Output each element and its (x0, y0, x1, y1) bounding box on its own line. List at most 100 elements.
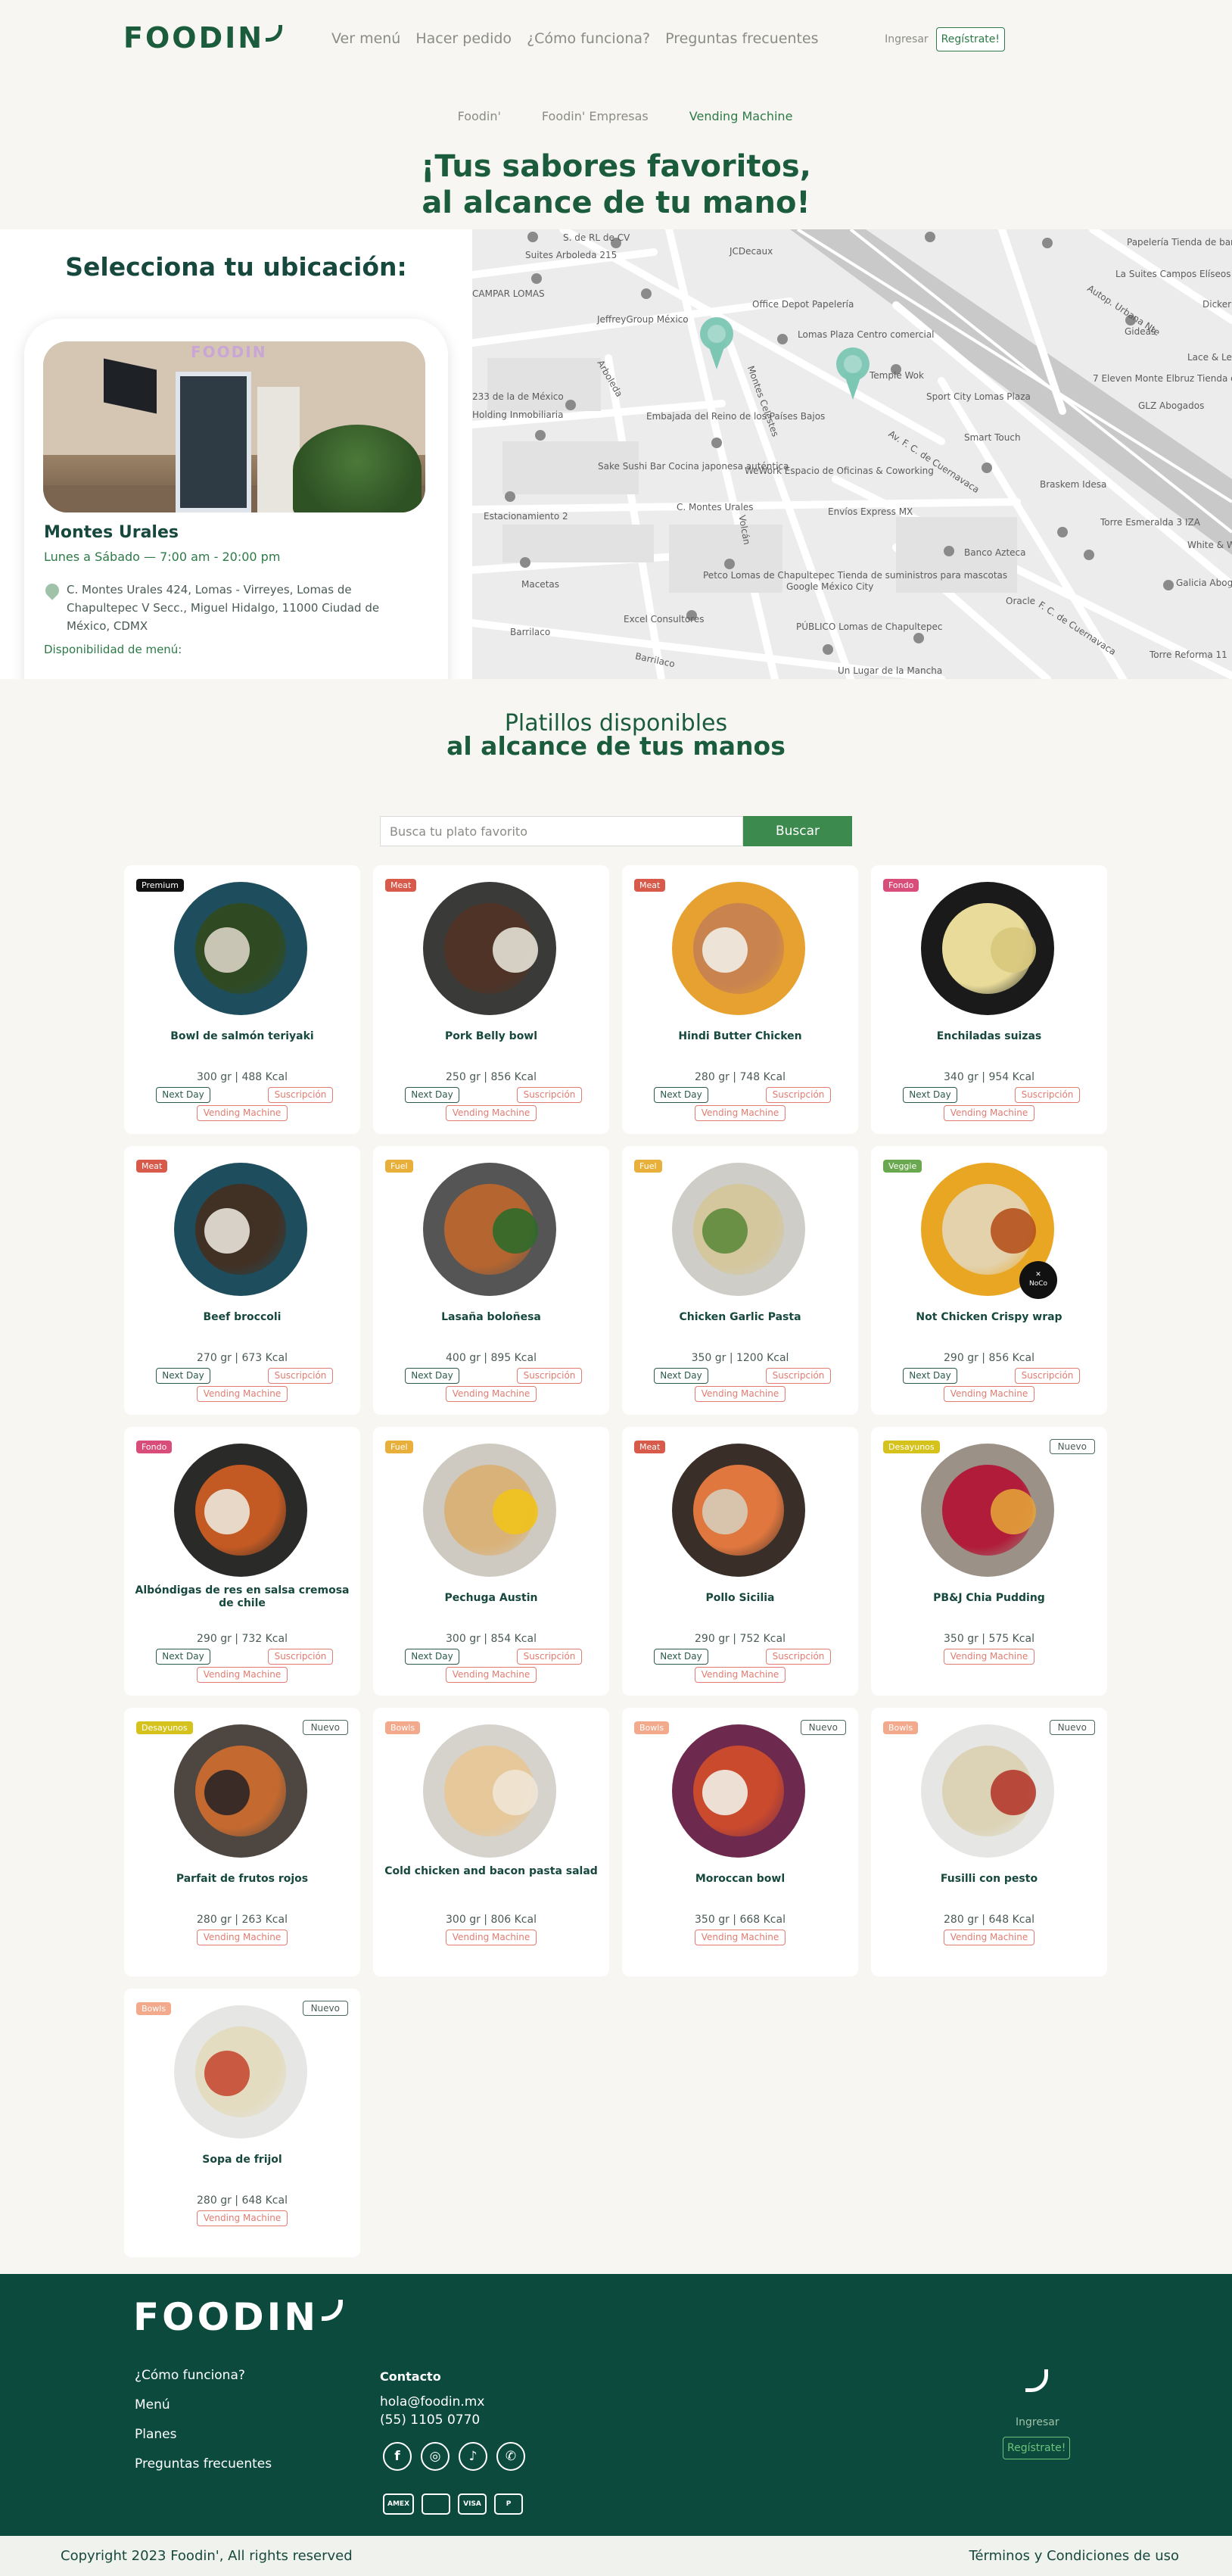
footer-login-link[interactable]: Ingresar (1016, 2416, 1059, 2428)
whatsapp-icon[interactable]: ✆ (496, 2442, 525, 2471)
tag-next-day[interactable]: Next Day (654, 1368, 708, 1384)
dish-meta: 280 gr | 263 Kcal (197, 1914, 288, 1926)
footer-link-menu[interactable]: Menú (135, 2397, 272, 2412)
tag-next-day[interactable]: Next Day (156, 1649, 210, 1665)
search-input[interactable] (380, 816, 743, 846)
map-label: Suites Arboleda 215 (525, 250, 618, 260)
tag-subscription[interactable]: Suscripción (766, 1649, 831, 1665)
tag-next-day[interactable]: Next Day (405, 1087, 459, 1103)
tag-subscription[interactable]: Suscripción (517, 1649, 582, 1665)
tag-next-day[interactable]: Next Day (156, 1087, 210, 1103)
dish-name: Lasaña boloñesa (441, 1311, 541, 1323)
map-label: Lace & Le (1187, 352, 1232, 363)
dish-card[interactable]: Desayunos Nuevo PB&J Chia Pudding 350 gr | … (871, 1427, 1107, 1696)
nav-ver-menu[interactable]: Ver menú (331, 30, 400, 47)
tag-subscription[interactable]: Suscripción (268, 1087, 333, 1103)
contact-phone[interactable]: (55) 1105 0770 (380, 2411, 484, 2429)
footer-logo[interactable]: FOODIN (133, 2295, 344, 2339)
nav-hacer-pedido[interactable]: Hacer pedido (415, 30, 512, 47)
dish-name: PB&J Chia Pudding (933, 1592, 1045, 1604)
dish-card[interactable]: Desayunos Nuevo Parfait de frutos rojos 280… (124, 1708, 360, 1976)
register-button[interactable]: Regístrate! (935, 27, 1005, 51)
dish-card[interactable]: Bowls Cold chicken and bacon pasta salad 3… (373, 1708, 609, 1976)
card-icon (422, 2493, 451, 2515)
map-label: PÚBLICO Lomas de Chapultepec (796, 621, 943, 632)
tag-vending-machine[interactable]: Vending Machine (197, 1105, 288, 1121)
dish-card[interactable]: Meat Pork Belly bowl 250 gr | 856 Kcal Next… (373, 865, 609, 1134)
dish-card[interactable]: Bowls Nuevo Sopa de frijol 280 gr | 648 Kca… (124, 1989, 360, 2257)
tag-subscription[interactable]: Suscripción (766, 1368, 831, 1384)
dish-card[interactable]: Fondo Enchiladas suizas 340 gr | 954 Kcal N… (871, 865, 1107, 1134)
map-label: Papelería Tienda de barreras (1127, 237, 1232, 248)
tag-subscription[interactable]: Suscripción (766, 1087, 831, 1103)
tiktok-icon[interactable]: ♪ (459, 2442, 487, 2471)
main-nav: Ver menú Hacer pedido ¿Cómo funciona? Pr… (331, 30, 819, 47)
nav-como-funciona[interactable]: ¿Cómo funciona? (527, 30, 650, 47)
tag-vending-machine[interactable]: Vending Machine (695, 1667, 786, 1683)
dish-card[interactable]: Veggie ✕ NoCo Not Chicken Crispy wrap 290 gr… (871, 1146, 1107, 1415)
plant-image (293, 425, 422, 512)
footer-link-preguntas[interactable]: Preguntas frecuentes (135, 2456, 272, 2472)
nav-preguntas-frecuentes[interactable]: Preguntas frecuentes (665, 30, 818, 47)
dish-card[interactable]: Fuel Pechuga Austin 300 gr | 854 Kcal Next … (373, 1427, 609, 1696)
dish-card[interactable]: Fondo Albóndigas de res en salsa cremosa … (124, 1427, 360, 1696)
tab-foodin[interactable]: Foodin' (458, 109, 501, 123)
contact-email[interactable]: hola@foodin.mx (380, 2393, 484, 2411)
footer-link-como-funciona[interactable]: ¿Cómo funciona? (135, 2368, 272, 2383)
location-card[interactable]: FOODIN Montes Urales Lunes a Sábado — 7:… (24, 319, 448, 679)
tag-vending-machine[interactable]: Vending Machine (944, 1105, 1034, 1121)
tag-next-day[interactable]: Next Day (405, 1649, 459, 1665)
map-label: Embajada del Reino de los Países Bajos (646, 411, 826, 422)
tag-next-day[interactable]: Next Day (654, 1087, 708, 1103)
tag-vending-machine[interactable]: Vending Machine (446, 1105, 537, 1121)
map-label: Google México City (786, 581, 874, 592)
dish-card[interactable]: Premium Bowl de salmón teriyaki 300 gr | 4… (124, 865, 360, 1134)
dish-card[interactable]: Bowls Nuevo Fusilli con pesto 280 gr | 648 … (871, 1708, 1107, 1976)
tag-vending-machine[interactable]: Vending Machine (944, 1386, 1034, 1402)
tag-vending-machine[interactable]: Vending Machine (197, 1667, 288, 1683)
facebook-icon[interactable]: f (383, 2442, 412, 2471)
dish-card[interactable]: Meat Pollo Sicilia 290 gr | 752 Kcal Next D… (622, 1427, 858, 1696)
tag-vending-machine[interactable]: Vending Machine (197, 2210, 288, 2226)
category-badge: Desayunos (136, 1721, 193, 1734)
map[interactable]: S. de RL de CV Suites Arboleda 215 JCDec… (472, 229, 1232, 679)
dish-card[interactable]: Bowls Nuevo Moroccan bowl 350 gr | 668 Kcal… (622, 1708, 858, 1976)
dish-card[interactable]: Meat Hindi Butter Chicken 280 gr | 748 Kca… (622, 865, 858, 1134)
login-link[interactable]: Ingresar (885, 33, 929, 45)
dish-card[interactable]: Fuel Chicken Garlic Pasta 350 gr | 1200 Kc… (622, 1146, 858, 1415)
footer-register-button[interactable]: Regístrate! (1003, 2437, 1071, 2459)
tag-next-day[interactable]: Next Day (903, 1087, 957, 1103)
terms-link[interactable]: Términos y Condiciones de uso (969, 2548, 1179, 2564)
logo[interactable]: FOODIN (123, 21, 283, 55)
dish-card[interactable]: Meat Beef broccoli 270 gr | 673 Kcal Next D… (124, 1146, 360, 1415)
tag-vending-machine[interactable]: Vending Machine (944, 1930, 1034, 1945)
instagram-icon[interactable]: ◎ (421, 2442, 450, 2471)
tag-vending-machine[interactable]: Vending Machine (446, 1667, 537, 1683)
tag-vending-machine[interactable]: Vending Machine (197, 1930, 288, 1945)
tag-subscription[interactable]: Suscripción (268, 1368, 333, 1384)
search-button[interactable]: Buscar (743, 816, 852, 846)
tag-vending-machine[interactable]: Vending Machine (695, 1386, 786, 1402)
dish-card[interactable]: Fuel Lasaña boloñesa 400 gr | 895 Kcal Next… (373, 1146, 609, 1415)
location-title: Selecciona tu ubicación: (65, 252, 407, 282)
tag-next-day[interactable]: Next Day (654, 1649, 708, 1665)
tab-vending-machine[interactable]: Vending Machine (689, 109, 793, 123)
tag-vending-machine[interactable]: Vending Machine (695, 1105, 786, 1121)
tag-vending-machine[interactable]: Vending Machine (944, 1649, 1034, 1665)
tag-vending-machine[interactable]: Vending Machine (446, 1386, 537, 1402)
tag-subscription[interactable]: Suscripción (1015, 1087, 1080, 1103)
tag-vending-machine[interactable]: Vending Machine (695, 1930, 786, 1945)
tag-subscription[interactable]: Suscripción (517, 1087, 582, 1103)
tag-vending-machine[interactable]: Vending Machine (197, 1386, 288, 1402)
tag-subscription[interactable]: Suscripción (517, 1368, 582, 1384)
tag-next-day[interactable]: Next Day (903, 1368, 957, 1384)
dish-meta: 300 gr | 854 Kcal (446, 1633, 537, 1645)
tag-next-day[interactable]: Next Day (405, 1368, 459, 1384)
tag-next-day[interactable]: Next Day (156, 1368, 210, 1384)
tag-subscription[interactable]: Suscripción (268, 1649, 333, 1665)
tag-vending-machine[interactable]: Vending Machine (446, 1930, 537, 1945)
tag-subscription[interactable]: Suscripción (1015, 1368, 1080, 1384)
dish-image (672, 1444, 805, 1577)
tab-foodin-empresas[interactable]: Foodin' Empresas (542, 109, 649, 123)
footer-link-planes[interactable]: Planes (135, 2427, 272, 2442)
